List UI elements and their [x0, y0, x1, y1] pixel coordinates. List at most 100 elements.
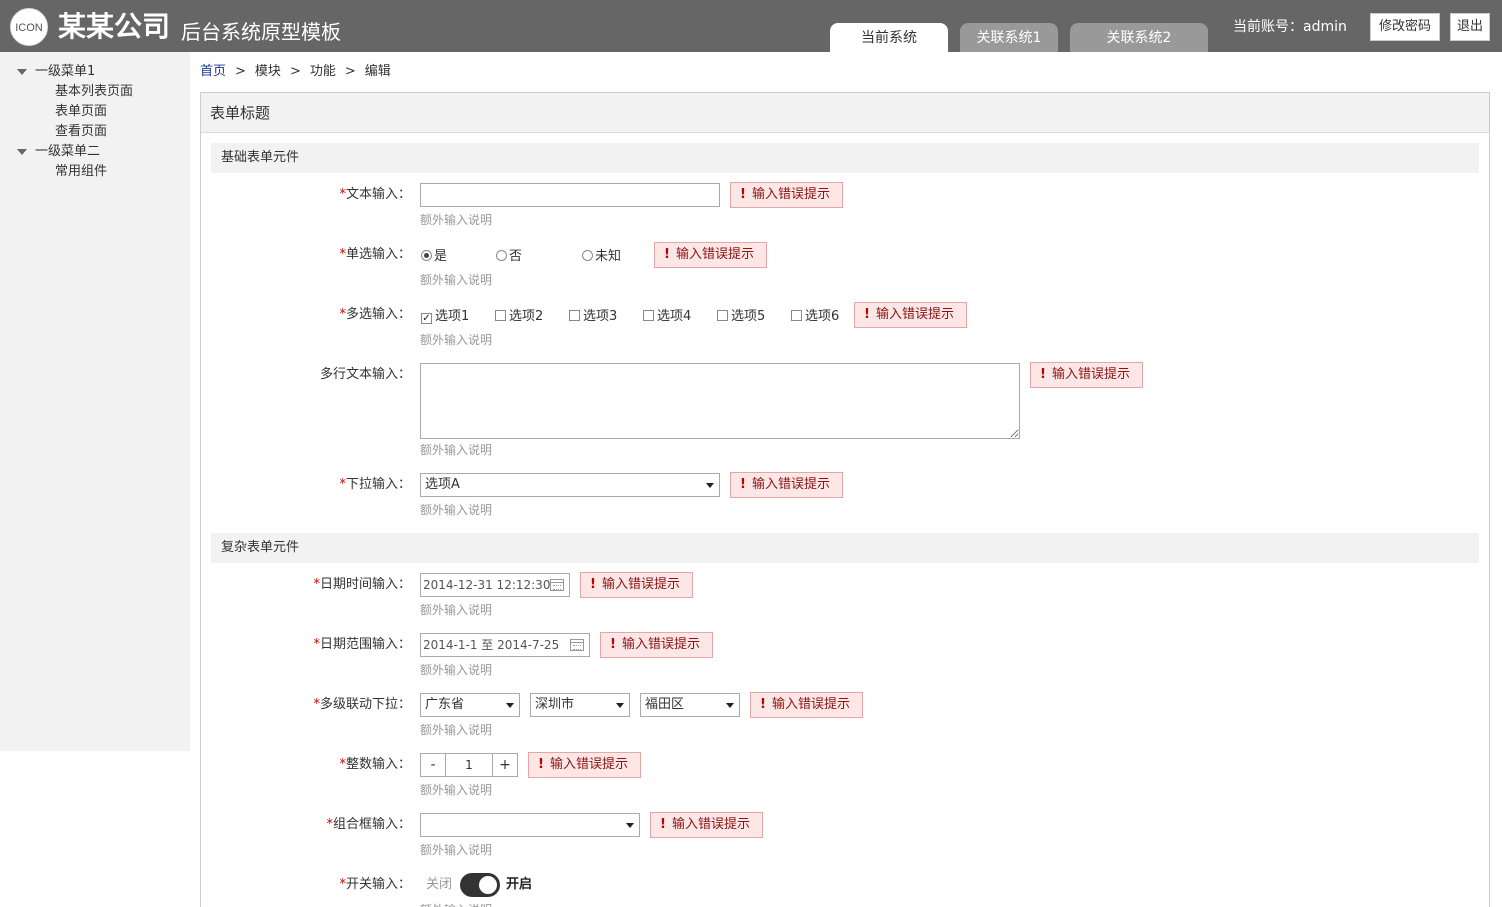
- checkbox-option-4[interactable]: 选项4: [643, 305, 691, 329]
- increment-button[interactable]: +: [493, 754, 517, 776]
- switch-input-label: *开关输入：: [339, 877, 411, 892]
- exclamation-icon: !: [538, 757, 544, 772]
- select-input-error: ! 输入错误提示: [730, 472, 843, 498]
- caret-down-icon: [17, 149, 27, 155]
- radio-option-yes[interactable]: 是: [421, 245, 447, 269]
- breadcrumb-separator: >: [235, 64, 246, 79]
- system-name: 后台系统原型模板: [181, 20, 341, 44]
- daterange-input-hint: 额外输入说明: [420, 663, 493, 677]
- checkbox-option-1[interactable]: ✓ 选项1: [421, 305, 469, 329]
- calendar-icon: [570, 639, 584, 651]
- text-input-label: *文本输入：: [339, 187, 411, 202]
- city-select[interactable]: 深圳市: [530, 693, 630, 717]
- tab-related-system-1[interactable]: 关联系统1: [960, 23, 1058, 52]
- company-name: 某某公司: [58, 10, 171, 43]
- checkbox-unchecked-icon: [495, 310, 506, 321]
- dropdown-arrow-icon: [726, 703, 734, 708]
- integer-value[interactable]: 1: [445, 754, 493, 776]
- checkbox-unchecked-icon: [791, 310, 802, 321]
- section-basic-controls: 基础表单元件: [211, 143, 1479, 173]
- exclamation-icon: !: [740, 477, 746, 492]
- checkbox-unchecked-icon: [717, 310, 728, 321]
- checkbox-option-3[interactable]: 选项3: [569, 305, 617, 329]
- radio-input-error: ! 输入错误提示: [654, 242, 767, 268]
- textarea-input-hint: 额外输入说明: [420, 443, 493, 457]
- province-select[interactable]: 广东省: [420, 693, 520, 717]
- checkbox-input-label: *多选输入：: [339, 307, 411, 322]
- combo-input[interactable]: [420, 813, 640, 837]
- change-password-button[interactable]: 修改密码: [1370, 13, 1440, 41]
- form-title: 表单标题: [201, 93, 1489, 133]
- integer-input-label: *整数输入：: [339, 757, 411, 772]
- checkbox-option-2[interactable]: 选项2: [495, 305, 543, 329]
- decrement-button[interactable]: -: [421, 754, 445, 776]
- datetime-input-error: ! 输入错误提示: [580, 572, 693, 598]
- dropdown-arrow-icon: [506, 703, 514, 708]
- exclamation-icon: !: [610, 637, 616, 652]
- switch-input-hint: 额外输入说明: [420, 902, 492, 907]
- switch-knob: [479, 876, 497, 894]
- daterange-input-error: ! 输入错误提示: [600, 632, 713, 658]
- breadcrumb-edit: 编辑: [364, 64, 391, 79]
- sidebar-item-basic-list[interactable]: 基本列表页面: [55, 82, 133, 102]
- textarea-input-label: 多行文本输入：: [319, 367, 411, 382]
- section-complex-controls: 复杂表单元件: [211, 533, 1479, 563]
- radio-input-label: *单选输入：: [339, 247, 411, 262]
- breadcrumb-function: 功能: [309, 64, 336, 79]
- text-input-error: ! 输入错误提示: [730, 182, 843, 208]
- sidebar-group-menu-2[interactable]: 一级菜单二: [0, 142, 180, 162]
- caret-down-icon: [17, 69, 27, 75]
- cascade-input-error: ! 输入错误提示: [750, 692, 863, 718]
- text-input[interactable]: [420, 183, 720, 207]
- tab-related-system-2[interactable]: 关联系统2: [1070, 23, 1208, 52]
- text-input-hint: 额外输入说明: [420, 213, 493, 227]
- logout-button[interactable]: 退出: [1450, 13, 1490, 41]
- sidebar: 一级菜单1 基本列表页面 表单页面 查看页面 一级菜单二 常用组件: [0, 52, 190, 751]
- daterange-input[interactable]: 2014-1-1 至 2014-7-25: [420, 633, 590, 657]
- checkbox-option-6[interactable]: 选项6: [791, 305, 839, 329]
- breadcrumb-separator: >: [344, 64, 356, 79]
- sidebar-item-common-components[interactable]: 常用组件: [55, 162, 107, 182]
- calendar-icon: [550, 579, 564, 591]
- district-select[interactable]: 福田区: [640, 693, 740, 717]
- breadcrumb: 首页 > 模块 > 功能 > 编辑: [200, 62, 391, 82]
- switch-off-label: 关闭: [426, 877, 453, 892]
- combo-input-error: ! 输入错误提示: [650, 812, 763, 838]
- radio-unselected-icon: [582, 250, 593, 261]
- combo-input-hint: 额外输入说明: [420, 843, 493, 857]
- dropdown-arrow-icon: [616, 703, 624, 708]
- combo-input-label: *组合框输入：: [326, 817, 411, 832]
- exclamation-icon: !: [664, 247, 670, 262]
- switch-on-label: 开启: [506, 877, 533, 892]
- sidebar-group-menu-1[interactable]: 一级菜单1: [0, 62, 180, 82]
- daterange-input-label: *日期范围输入：: [313, 637, 411, 652]
- radio-option-no[interactable]: 否: [496, 245, 522, 269]
- tab-current-system[interactable]: 当前系统: [830, 23, 948, 52]
- textarea-input-error: ! 输入错误提示: [1030, 362, 1143, 388]
- checkbox-option-5[interactable]: 选项5: [717, 305, 765, 329]
- radio-selected-icon: [421, 250, 432, 261]
- radio-option-unknown[interactable]: 未知: [582, 245, 621, 269]
- sidebar-item-view-page[interactable]: 查看页面: [55, 122, 107, 142]
- sidebar-item-form-page[interactable]: 表单页面: [55, 102, 107, 122]
- company-logo: ICON: [10, 8, 48, 46]
- textarea-input[interactable]: [420, 363, 1020, 439]
- checkbox-unchecked-icon: [569, 310, 580, 321]
- select-input[interactable]: 选项A: [420, 473, 720, 497]
- checkbox-input-error: ! 输入错误提示: [854, 302, 967, 328]
- breadcrumb-home-link[interactable]: 首页: [200, 64, 226, 79]
- datetime-input-label: *日期时间输入：: [313, 577, 411, 592]
- exclamation-icon: !: [1040, 367, 1046, 382]
- sidebar-group-label: 一级菜单二: [35, 144, 101, 159]
- exclamation-icon: !: [864, 307, 870, 322]
- switch-toggle[interactable]: [460, 873, 500, 897]
- integer-stepper: - 1 +: [420, 753, 518, 777]
- sidebar-group-label: 一级菜单1: [35, 64, 96, 79]
- breadcrumb-separator: >: [289, 64, 301, 79]
- dropdown-arrow-icon: [706, 483, 714, 488]
- radio-unselected-icon: [496, 250, 507, 261]
- datetime-input[interactable]: 2014-12-31 12:12:30: [420, 573, 570, 597]
- checkbox-checked-icon: ✓: [421, 313, 432, 324]
- form-panel: 表单标题 基础表单元件 *文本输入： ! 输入错误提示 额外输入说明 *单选输入：…: [200, 92, 1490, 907]
- select-input-hint: 额外输入说明: [420, 503, 493, 517]
